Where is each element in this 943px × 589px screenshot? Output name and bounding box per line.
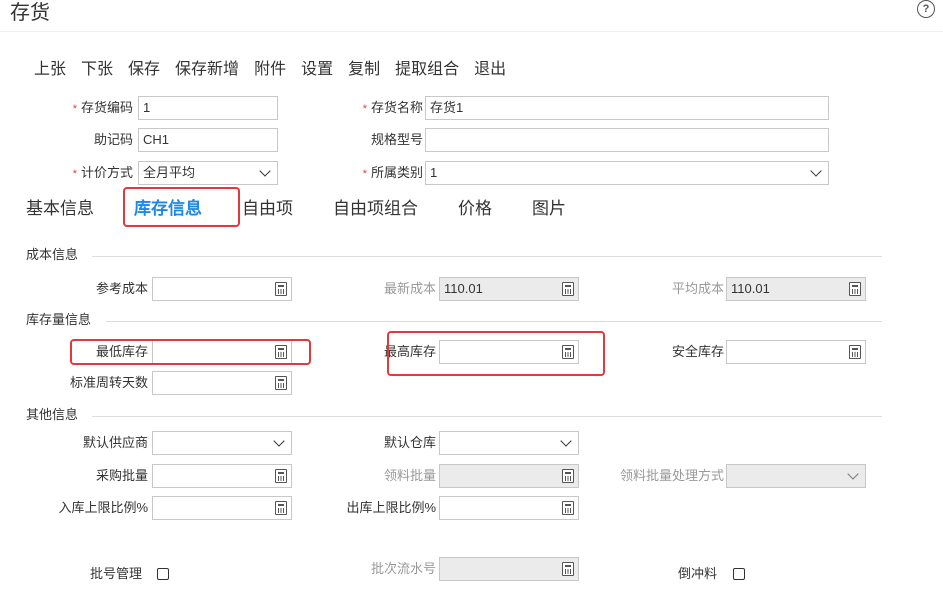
- section-divider: [92, 416, 882, 417]
- page-title: 存货: [10, 2, 50, 24]
- avg-cost-input: 110.01: [726, 277, 866, 301]
- turnover-days-label: 标准周转天数: [69, 375, 148, 390]
- prev-record-button[interactable]: 上张: [34, 59, 66, 81]
- batch-mgmt-label: 批号管理: [90, 566, 143, 581]
- calculator-icon[interactable]: [562, 501, 574, 515]
- chevron-down-icon: [810, 165, 822, 177]
- tab-bar: 基本信息 库存信息 自由项 自由项组合 价格 图片: [26, 198, 606, 220]
- tab-free-item-combination[interactable]: 自由项组合: [333, 198, 418, 220]
- chevron-down-icon: [847, 468, 859, 480]
- calculator-icon: [562, 469, 574, 483]
- toolbar: 上张 下张 保存 保存新增 附件 设置 复制 提取组合 退出: [34, 59, 521, 81]
- supplier-select[interactable]: [152, 431, 292, 455]
- exit-button[interactable]: 退出: [474, 59, 506, 81]
- batch-mgmt-checkbox[interactable]: [157, 568, 169, 580]
- category-select[interactable]: 1: [425, 161, 829, 185]
- save-and-new-button[interactable]: 保存新增: [175, 59, 239, 81]
- copy-button[interactable]: 复制: [348, 59, 380, 81]
- spec-label: 规格型号: [370, 132, 423, 147]
- category-label: * 所属类别: [362, 165, 423, 180]
- safety-stock-input[interactable]: [726, 340, 866, 364]
- turnover-days-input[interactable]: [152, 371, 292, 395]
- backflush-label: 倒冲料: [678, 566, 718, 581]
- top-divider: [0, 31, 943, 32]
- chevron-down-icon: [259, 165, 271, 177]
- tab-price[interactable]: 价格: [458, 198, 492, 220]
- backflush-checkbox[interactable]: [733, 568, 745, 580]
- calculator-icon[interactable]: [849, 345, 861, 359]
- out-limit-label: 出库上限比例%: [346, 500, 436, 515]
- in-limit-input[interactable]: [152, 496, 292, 520]
- calculator-icon[interactable]: [275, 376, 287, 390]
- chevron-down-icon: [560, 435, 572, 447]
- issue-batch-input: [439, 464, 579, 488]
- issue-batch-method-label: 领料批量处理方式: [619, 468, 724, 483]
- pricing-select[interactable]: 全月平均: [138, 161, 278, 185]
- safety-stock-label: 安全库存: [671, 344, 724, 359]
- latest-cost-label: 最新成本: [383, 281, 436, 296]
- min-stock-highlight: [70, 339, 311, 365]
- batch-serial-input: [439, 557, 579, 581]
- warehouse-select[interactable]: [439, 431, 579, 455]
- latest-cost-value: 110.01: [444, 281, 483, 296]
- issue-batch-label: 领料批量: [383, 468, 436, 483]
- cost-section-title: 成本信息: [26, 247, 79, 262]
- attachment-button[interactable]: 附件: [254, 59, 286, 81]
- help-icon[interactable]: ?: [917, 0, 935, 18]
- spec-input[interactable]: [425, 128, 829, 152]
- calculator-icon: [562, 562, 574, 576]
- active-tab-highlight: [123, 187, 240, 227]
- extract-combination-button[interactable]: 提取组合: [395, 59, 459, 81]
- save-button[interactable]: 保存: [128, 59, 160, 81]
- pricing-value: 全月平均: [143, 165, 196, 180]
- name-input[interactable]: 存货1: [425, 96, 829, 120]
- calculator-icon[interactable]: [275, 501, 287, 515]
- in-limit-label: 入库上限比例%: [58, 500, 148, 515]
- out-limit-input[interactable]: [439, 496, 579, 520]
- chevron-down-icon: [273, 435, 285, 447]
- avg-cost-value: 110.01: [731, 281, 770, 296]
- mnemonic-label: 助记码: [93, 132, 133, 147]
- latest-cost-input: 110.01: [439, 277, 579, 301]
- category-value: 1: [430, 165, 438, 180]
- supplier-label: 默认供应商: [82, 435, 148, 450]
- tab-free-items[interactable]: 自由项: [242, 198, 293, 220]
- calculator-icon: [562, 282, 574, 296]
- code-input[interactable]: 1: [138, 96, 278, 120]
- calculator-icon: [849, 282, 861, 296]
- warehouse-label: 默认仓库: [383, 435, 436, 450]
- calculator-icon[interactable]: [275, 282, 287, 296]
- settings-button[interactable]: 设置: [301, 59, 333, 81]
- pricing-label: * 计价方式: [72, 165, 133, 180]
- purchase-batch-label: 采购批量: [95, 468, 148, 483]
- batch-serial-label: 批次流水号: [370, 561, 436, 576]
- avg-cost-label: 平均成本: [671, 281, 724, 296]
- tab-image[interactable]: 图片: [532, 198, 566, 220]
- other-section-title: 其他信息: [26, 407, 79, 422]
- max-stock-highlight: [387, 331, 605, 376]
- stock-section-title: 库存量信息: [26, 312, 92, 327]
- ref-cost-label: 参考成本: [95, 281, 148, 296]
- next-record-button[interactable]: 下张: [81, 59, 113, 81]
- section-divider: [106, 321, 882, 322]
- code-label: * 存货编码: [72, 100, 133, 115]
- calculator-icon[interactable]: [275, 469, 287, 483]
- purchase-batch-input[interactable]: [152, 464, 292, 488]
- tab-basic-info[interactable]: 基本信息: [26, 198, 94, 220]
- issue-batch-method-select: [726, 464, 866, 488]
- section-divider: [92, 256, 882, 257]
- name-label: * 存货名称: [362, 100, 423, 115]
- mnemonic-input[interactable]: CH1: [138, 128, 278, 152]
- ref-cost-input[interactable]: [152, 277, 292, 301]
